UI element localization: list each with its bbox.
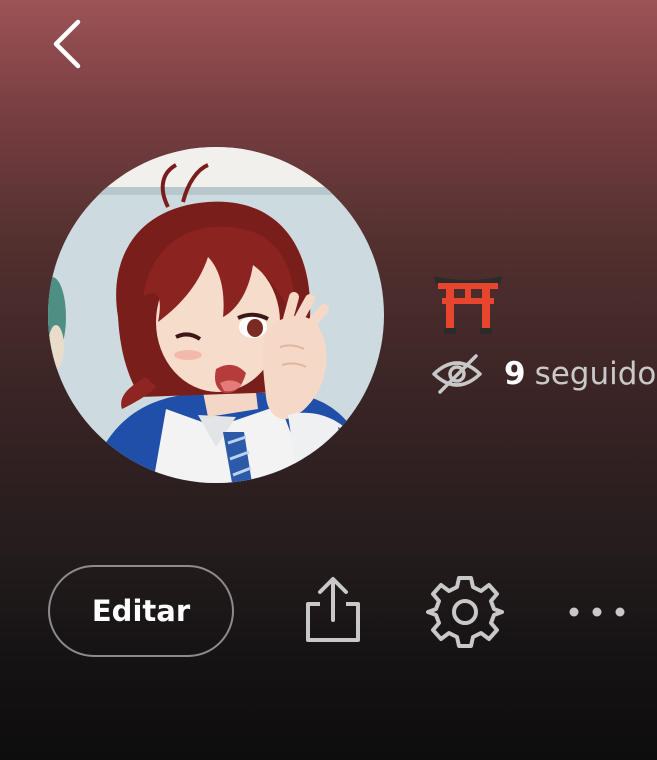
profile-emoji [432, 270, 504, 336]
edit-button-label: Editar [91, 594, 191, 628]
share-icon [306, 577, 360, 642]
edit-profile-button[interactable]: Editar [48, 565, 234, 657]
followers-count: 9 [504, 356, 526, 392]
gear-icon [426, 576, 504, 648]
followers-stats[interactable]: 9 seguido [430, 346, 656, 402]
anime-character-avatar [48, 147, 384, 483]
chevron-left-icon [53, 19, 81, 69]
profile-screen: 9 seguido Editar [0, 0, 657, 760]
torii-gate-icon [434, 276, 502, 334]
more-horizontal-icon [569, 607, 625, 617]
followers-label: seguido [534, 356, 657, 392]
more-options-button[interactable] [558, 590, 636, 634]
back-button[interactable] [40, 12, 96, 76]
eye-off-icon [430, 352, 484, 396]
avatar[interactable] [48, 147, 384, 483]
settings-button[interactable] [426, 574, 504, 650]
share-button[interactable] [300, 574, 366, 646]
